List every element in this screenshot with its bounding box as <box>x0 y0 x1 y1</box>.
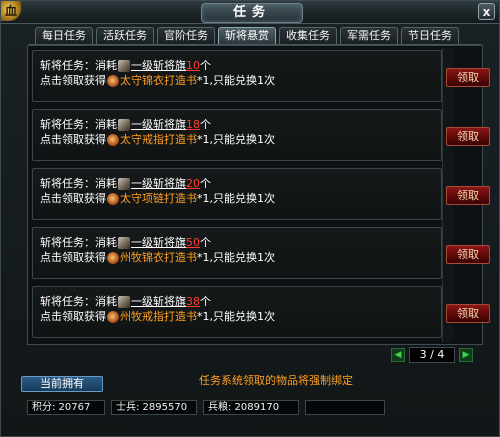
reward-name[interactable]: 州牧锦衣打造书 <box>120 251 197 264</box>
task-requirement: 斩将任务：消耗 一级斩将旗38个 <box>40 295 211 308</box>
task-reward: 点击领取获得 太守戒指打造书*1,只能兑换1次 <box>40 133 275 146</box>
item-unit: 个 <box>200 177 211 190</box>
claim-button[interactable]: 领取 <box>446 127 490 146</box>
claim-button[interactable]: 领取 <box>446 186 490 205</box>
extra-stat <box>305 400 385 415</box>
tab-festival[interactable]: 节日任务 <box>401 27 459 44</box>
scroll-icon <box>107 193 119 205</box>
reward-prefix: 点击领取获得 <box>40 251 106 264</box>
scroll-icon <box>107 75 119 87</box>
item-count: 20 <box>186 177 200 190</box>
task-reward: 点击领取获得 太守项链打造书*1,只能兑换1次 <box>40 192 275 205</box>
reward-name[interactable]: 太守锦衣打造书 <box>120 74 197 87</box>
scroll-icon <box>107 311 119 323</box>
binding-notice: 任务系统领取的物品将强制绑定 <box>199 374 353 387</box>
task-requirement: 斩将任务：消耗 一级斩将旗10个 <box>40 59 211 72</box>
item-unit: 个 <box>200 118 211 131</box>
title-bar: 血 任务 x <box>1 1 499 24</box>
reward-suffix: *1,只能兑换1次 <box>197 74 275 87</box>
page-indicator: 3 / 4 <box>409 347 455 363</box>
current-owned-button[interactable]: 当前拥有 <box>21 376 103 392</box>
item-count: 18 <box>186 118 200 131</box>
soldiers-stat: 士兵: 2895570 <box>111 400 197 415</box>
item-count: 50 <box>186 236 200 249</box>
task-prefix: 斩将任务：消耗 <box>40 236 117 249</box>
claim-button[interactable]: 领取 <box>446 304 490 323</box>
window-title: 任务 <box>201 3 303 23</box>
task-row: 斩将任务：消耗 一级斩将旗38个 点击领取获得 州牧戒指打造书*1,只能兑换1次 <box>32 286 442 338</box>
reward-name[interactable]: 州牧戒指打造书 <box>120 310 197 323</box>
flag-icon <box>118 237 130 249</box>
task-list: 斩将任务：消耗 一级斩将旗10个 点击领取获得 太守锦衣打造书*1,只能兑换1次 领… <box>27 45 490 345</box>
task-row: 斩将任务：消耗 一级斩将旗10个 点击领取获得 太守锦衣打造书*1,只能兑换1次 <box>32 50 442 102</box>
task-reward: 点击领取获得 州牧戒指打造书*1,只能兑换1次 <box>40 310 275 323</box>
task-requirement: 斩将任务：消耗 一级斩将旗20个 <box>40 177 211 190</box>
task-row: 斩将任务：消耗 一级斩将旗18个 点击领取获得 太守戒指打造书*1,只能兑换1次 <box>32 109 442 161</box>
task-tabs: 每日任务 活跃任务 官阶任务 斩将悬赏 收集任务 军需任务 节日任务 <box>35 27 459 44</box>
task-prefix: 斩将任务：消耗 <box>40 59 117 72</box>
reward-name[interactable]: 太守戒指打造书 <box>120 133 197 146</box>
item-unit: 个 <box>200 295 211 308</box>
reward-suffix: *1,只能兑换1次 <box>197 192 275 205</box>
reward-suffix: *1,只能兑换1次 <box>197 251 275 264</box>
tab-bounty[interactable]: 斩将悬赏 <box>218 27 276 44</box>
reward-prefix: 点击领取获得 <box>40 310 106 323</box>
scroll-icon <box>107 134 119 146</box>
task-reward: 点击领取获得 州牧锦衣打造书*1,只能兑换1次 <box>40 251 275 264</box>
flag-icon <box>118 296 130 308</box>
task-prefix: 斩将任务：消耗 <box>40 295 117 308</box>
flag-icon <box>118 178 130 190</box>
reward-prefix: 点击领取获得 <box>40 133 106 146</box>
reward-suffix: *1,只能兑换1次 <box>197 310 275 323</box>
task-row: 斩将任务：消耗 一级斩将旗50个 点击领取获得 州牧锦衣打造书*1,只能兑换1次 <box>32 227 442 279</box>
item-count: 38 <box>186 295 200 308</box>
next-page-icon[interactable]: ▶ <box>459 348 473 362</box>
reward-prefix: 点击领取获得 <box>40 74 106 87</box>
tab-daily[interactable]: 每日任务 <box>35 27 93 44</box>
flag-icon <box>118 60 130 72</box>
task-prefix: 斩将任务：消耗 <box>40 177 117 190</box>
item-name[interactable]: 一级斩将旗 <box>131 177 186 190</box>
reward-suffix: *1,只能兑换1次 <box>197 133 275 146</box>
task-row: 斩将任务：消耗 一级斩将旗20个 点击领取获得 太守项链打造书*1,只能兑换1次 <box>32 168 442 220</box>
item-unit: 个 <box>200 59 211 72</box>
item-name[interactable]: 一级斩将旗 <box>131 295 186 308</box>
pagination: ◀ 3 / 4 ▶ <box>391 347 473 363</box>
tab-rank[interactable]: 官阶任务 <box>157 27 215 44</box>
prev-page-icon[interactable]: ◀ <box>391 348 405 362</box>
task-reward: 点击领取获得 太守锦衣打造书*1,只能兑换1次 <box>40 74 275 87</box>
reward-name[interactable]: 太守项链打造书 <box>120 192 197 205</box>
tab-supply[interactable]: 军需任务 <box>340 27 398 44</box>
tab-active[interactable]: 活跃任务 <box>96 27 154 44</box>
flag-icon <box>118 119 130 131</box>
corner-badge-icon: 血 <box>1 1 21 21</box>
reward-prefix: 点击领取获得 <box>40 192 106 205</box>
close-button[interactable]: x <box>478 3 495 20</box>
provisions-stat: 兵粮: 2089170 <box>203 400 299 415</box>
claim-button[interactable]: 领取 <box>446 68 490 87</box>
task-window: 血 任务 x 每日任务 活跃任务 官阶任务 斩将悬赏 收集任务 军需任务 节日任… <box>0 0 500 437</box>
scroll-icon <box>107 252 119 264</box>
item-name[interactable]: 一级斩将旗 <box>131 59 186 72</box>
item-unit: 个 <box>200 236 211 249</box>
item-name[interactable]: 一级斩将旗 <box>131 118 186 131</box>
task-prefix: 斩将任务：消耗 <box>40 118 117 131</box>
task-requirement: 斩将任务：消耗 一级斩将旗50个 <box>40 236 211 249</box>
resource-stats: 积分: 20767 士兵: 2895570 兵粮: 2089170 <box>27 400 385 415</box>
task-requirement: 斩将任务：消耗 一级斩将旗18个 <box>40 118 211 131</box>
item-name[interactable]: 一级斩将旗 <box>131 236 186 249</box>
tab-collect[interactable]: 收集任务 <box>279 27 337 44</box>
claim-button[interactable]: 领取 <box>446 245 490 264</box>
item-count: 10 <box>186 59 200 72</box>
points-stat: 积分: 20767 <box>27 400 105 415</box>
